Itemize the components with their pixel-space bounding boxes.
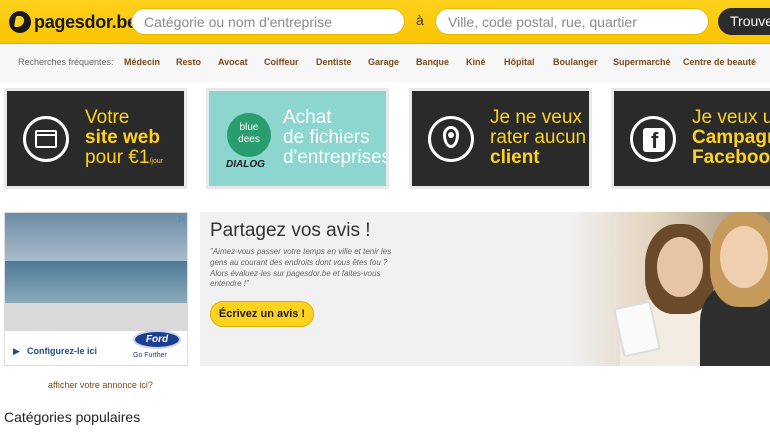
review-quote: "Aimez-vous passer votre temps en ville … (210, 247, 392, 289)
tile-line: d'entreprises (283, 146, 389, 168)
tile-line: Je ne veux (490, 107, 582, 128)
tile-line: Je veux un (692, 107, 770, 128)
category-search-input[interactable]: Catégorie ou nom d'entreprise (131, 8, 405, 35)
promo-tile-client[interactable]: Je ne veux rater aucun client (409, 88, 592, 189)
frequent-link-medecin[interactable]: Médecin (124, 57, 160, 67)
facebook-icon: f (630, 116, 676, 162)
tile-line: de fichiers (283, 126, 370, 148)
review-title: Partagez vos avis ! (210, 220, 371, 241)
location-search-input[interactable]: Ville, code postal, rue, quartier (435, 8, 709, 35)
frequent-link-centre-de-beaute[interactable]: Centre de beauté (683, 57, 756, 67)
advertise-here-link[interactable]: afficher votre annonce ici? (48, 380, 153, 390)
tile-line: Faceboo (692, 146, 770, 168)
frequent-link-kine[interactable]: Kiné (466, 57, 486, 67)
frequent-searches-bar: Recherches fréquentes: Médecin Resto Avo… (0, 44, 770, 82)
ad-cta-link[interactable]: Configurez-le ici (27, 346, 97, 356)
map-pin-icon (428, 116, 474, 162)
tile-suffix: /jour (149, 157, 164, 165)
tile-line: Campagn (692, 126, 770, 148)
dialog-brand: DIALOG (226, 159, 265, 170)
popular-categories-title: Catégories populaires (4, 409, 141, 425)
frequent-link-boulanger[interactable]: Boulanger (553, 57, 598, 67)
ford-advertisement[interactable]: ▷ ▶ Configurez-le ici Ford Go Further (4, 212, 188, 366)
ad-tagline: Go Further (133, 352, 167, 359)
tile-line: site web (85, 126, 160, 148)
ad-choices-icon[interactable]: ▷ (179, 214, 185, 223)
find-button[interactable]: Trouver (718, 8, 770, 35)
logo-icon (9, 11, 31, 33)
search-separator: à (416, 12, 424, 28)
frequent-link-dentiste[interactable]: Dentiste (316, 57, 352, 67)
chevron-right-icon: ▶ (13, 346, 20, 356)
ford-logo: Ford (133, 330, 181, 349)
frequent-link-supermarche[interactable]: Supermarché (613, 57, 671, 67)
top-header: pagesdor.be Catégorie ou nom d'entrepris… (0, 0, 770, 44)
browser-icon (23, 116, 69, 162)
bluedees-logo: blue dees (227, 113, 271, 157)
frequent-link-garage[interactable]: Garage (368, 57, 399, 67)
promo-tile-website[interactable]: Votre site web pour €1/jour (4, 88, 187, 189)
tile-line: Achat (283, 107, 332, 128)
frequent-link-avocat[interactable]: Avocat (218, 57, 248, 67)
promo-tile-facebook[interactable]: f Je veux un Campagn Faceboo (611, 88, 770, 189)
logo-text: pagesdor.be (34, 11, 137, 32)
write-review-button[interactable]: Écrivez un avis ! (210, 301, 314, 327)
review-banner: Partagez vos avis ! "Aimez-vous passer v… (200, 212, 770, 366)
promo-tile-bluedees[interactable]: blue dees DIALOG Achat de fichiers d'ent… (206, 88, 389, 189)
tile-line: rater aucun (490, 126, 587, 148)
frequent-link-hopital[interactable]: Hôpital (504, 57, 535, 67)
frequent-link-resto[interactable]: Resto (176, 57, 201, 67)
frequent-link-coiffeur[interactable]: Coiffeur (264, 57, 299, 67)
tile-line: client (490, 146, 540, 168)
site-logo[interactable]: pagesdor.be (9, 10, 137, 34)
tile-line: pour €1 (85, 146, 150, 168)
frequent-searches-label: Recherches fréquentes: (18, 57, 114, 67)
tile-line: Votre (85, 107, 130, 128)
frequent-link-banque[interactable]: Banque (416, 57, 449, 67)
